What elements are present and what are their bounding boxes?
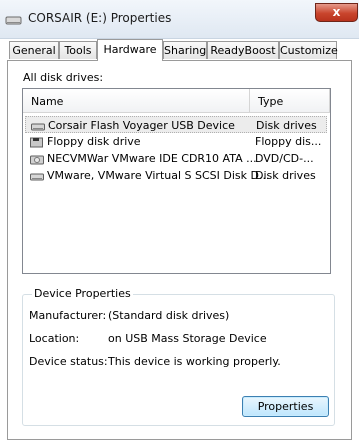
name-column-header[interactable]: Name xyxy=(23,89,250,113)
drive-type: Disk drives xyxy=(256,119,317,132)
usb-drive-icon xyxy=(31,120,45,131)
manufacturer-label: Manufacturer: xyxy=(29,309,107,322)
manufacturer-value: (Standard disk drives) xyxy=(108,309,230,322)
location-label: Location: xyxy=(29,332,80,345)
drive-name: VMware, VMware Virtual S SCSI Disk D... xyxy=(47,169,270,182)
tab-sharing[interactable]: Sharing xyxy=(163,41,207,59)
tab-tools[interactable]: Tools xyxy=(59,41,97,59)
disk-drive-list[interactable]: Name Type Corsair Flash Voyager USB Devi… xyxy=(22,88,331,274)
properties-button[interactable]: Properties xyxy=(242,396,329,417)
drive-type: Disk drives xyxy=(255,169,316,182)
location-value: on USB Mass Storage Device xyxy=(108,332,267,345)
all-disk-drives-label: All disk drives: xyxy=(23,71,104,84)
window-title: CORSAIR (E:) Properties xyxy=(28,11,172,25)
list-item[interactable]: VMware, VMware Virtual S SCSI Disk D... … xyxy=(25,167,327,184)
cd-drive-icon xyxy=(30,153,44,165)
device-properties-legend: Device Properties xyxy=(32,287,133,300)
drive-name: Floppy disk drive xyxy=(47,135,141,148)
drive-name: Corsair Flash Voyager USB Device xyxy=(48,119,235,132)
device-status-label: Device status: xyxy=(29,355,108,368)
drive-type: Floppy dis... xyxy=(255,135,322,148)
tab-hardware[interactable]: Hardware xyxy=(97,39,163,61)
title-bar: CORSAIR (E:) Properties x xyxy=(0,0,359,39)
drive-name: NECVMWar VMware IDE CDR10 ATA ... xyxy=(47,152,257,165)
list-item[interactable]: NECVMWar VMware IDE CDR10 ATA ... DVD/CD… xyxy=(25,150,327,167)
drive-type: DVD/CD-... xyxy=(255,152,314,165)
type-column-header[interactable]: Type xyxy=(250,89,330,113)
drive-icon xyxy=(5,14,23,26)
list-item[interactable]: Floppy disk drive Floppy dis... xyxy=(25,133,327,150)
close-icon: x xyxy=(332,5,341,19)
tab-readyboost[interactable]: ReadyBoost xyxy=(207,41,279,59)
disk-drive-icon xyxy=(30,170,44,181)
tab-customize[interactable]: Customize xyxy=(279,41,338,59)
floppy-drive-icon xyxy=(30,136,44,148)
tab-general[interactable]: General xyxy=(9,41,59,59)
close-button[interactable]: x xyxy=(315,3,358,22)
device-status-value: This device is working properly. xyxy=(108,355,281,368)
list-item[interactable]: Corsair Flash Voyager USB Device Disk dr… xyxy=(25,116,327,133)
